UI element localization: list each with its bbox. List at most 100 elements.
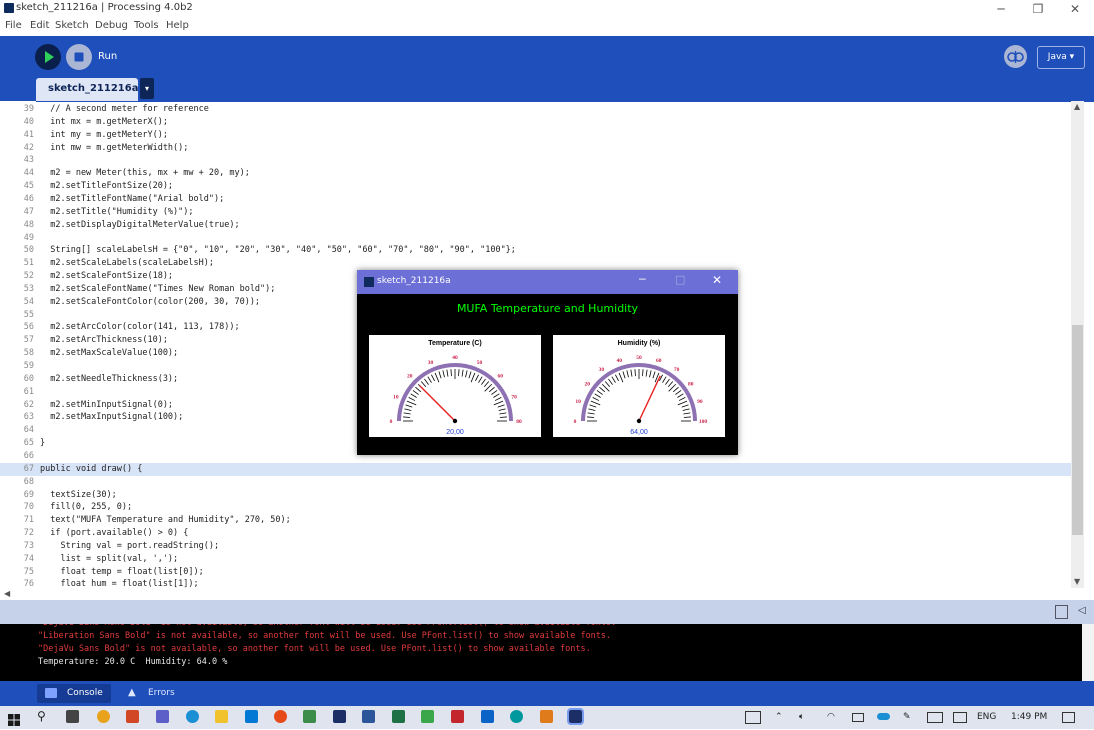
tablet-mode-icon[interactable] [745, 711, 761, 724]
wifi-icon[interactable]: ◠ [827, 712, 835, 722]
meter-tick [405, 404, 413, 408]
code-line: int my = m.getMeterY(); [40, 129, 168, 140]
menu-debug[interactable]: Debug [95, 20, 128, 31]
line-number: 60 [23, 373, 34, 384]
chrome-alt-icon[interactable] [274, 710, 287, 723]
word-icon[interactable] [362, 710, 375, 723]
chrome-icon[interactable] [97, 710, 110, 723]
meter-scale-label: 60 [656, 358, 662, 364]
notifications-icon[interactable] [1062, 712, 1075, 723]
editor-scroll-thumb[interactable] [1072, 325, 1083, 535]
code-line: float hum = float(list[1]); [40, 579, 199, 588]
scroll-up-icon[interactable]: ▲ [1074, 102, 1080, 111]
sketch-maximize-button[interactable]: □ [675, 273, 685, 286]
meter-scale-label: 30 [428, 360, 434, 366]
console-divider[interactable]: ◁ [0, 600, 1094, 624]
meter-tick [499, 416, 507, 418]
display-icon[interactable] [953, 712, 967, 723]
tray-chevron-icon[interactable]: ⌃ [775, 712, 783, 722]
line-number: 39 [23, 104, 34, 114]
sketch-minimize-button[interactable]: ─ [639, 273, 646, 286]
tab-sketch[interactable]: sketch_211216a [36, 78, 138, 101]
language-indicator[interactable]: ENG [977, 712, 996, 722]
meter-tick [611, 376, 616, 383]
meter-scale-label: 0 [574, 419, 577, 425]
mode-selector[interactable]: Java ▾ [1037, 46, 1085, 69]
copy-console-icon[interactable] [1055, 605, 1068, 619]
errors-tab[interactable]: ▲ Errors [116, 684, 186, 703]
console-tab[interactable]: Console [37, 684, 111, 703]
code-line: m2.setScaleFontName("Times New Roman bol… [40, 283, 276, 294]
edge-icon[interactable] [186, 710, 199, 723]
line-number: 46 [23, 193, 34, 204]
debugger-button[interactable] [1004, 45, 1027, 68]
meter-tick [652, 371, 656, 379]
meter-tick [498, 408, 506, 411]
line-number: 47 [23, 206, 34, 217]
line-number: 55 [23, 309, 34, 320]
app-icon-green[interactable] [303, 710, 316, 723]
run-label: Run [98, 51, 118, 62]
run-button[interactable] [35, 44, 61, 70]
line-number: 64 [23, 425, 34, 436]
stop-button[interactable] [66, 44, 92, 70]
code-line: m2.setMaxScaleValue(100); [40, 348, 179, 359]
temperature-meter: Temperature (C) 0 10 20 30 40 50 60 70 80 20,00 [369, 335, 541, 437]
app-icon-leaf[interactable] [421, 710, 434, 723]
editor-horizontal-scrollbar[interactable]: ◀ [0, 588, 1094, 600]
meter-tick [406, 400, 417, 406]
clock[interactable]: 1:49 PM [1011, 712, 1047, 722]
line-number: 71 [23, 515, 34, 526]
meter-scale-label: 50 [477, 360, 483, 366]
processing-sketch-taskbar-icon[interactable] [567, 708, 584, 725]
meter-scale-label: 70 [511, 395, 517, 401]
menu-sketch[interactable]: Sketch [55, 20, 89, 31]
line-number: 75 [23, 566, 34, 577]
keyboard-icon[interactable] [927, 712, 943, 723]
app-icon-orange[interactable] [540, 710, 553, 723]
code-line: m2.setArcThickness(10); [40, 335, 168, 346]
excel-icon[interactable] [392, 710, 405, 723]
scroll-down-icon[interactable]: ▼ [1074, 577, 1080, 586]
powerpoint-icon[interactable] [126, 710, 139, 723]
menu-edit[interactable]: Edit [30, 20, 49, 31]
app-icon-red[interactable] [451, 710, 464, 723]
meter-tick [403, 416, 411, 418]
line-number: 67 [23, 463, 34, 474]
humidity-meter: Humidity (%) 0 10 20 30 40 50 60 70 80 90 100 64,00 [553, 335, 725, 437]
pen-icon[interactable]: ✎ [903, 712, 911, 722]
onedrive-icon[interactable] [877, 713, 890, 720]
volume-icon[interactable]: 🔈︎ [799, 712, 804, 722]
toolbar [0, 36, 1094, 80]
search-icon[interactable]: ⚲ [37, 709, 46, 723]
meter-tick [634, 369, 636, 377]
code-line: m2.setScaleFontColor(color(200, 30, 70))… [40, 296, 261, 307]
console-scrollbar[interactable] [1082, 624, 1094, 681]
tab-menu-button[interactable]: ▾ [140, 78, 154, 99]
meter-readout: 20,00 [446, 429, 464, 436]
code-line: public void draw() { [40, 463, 143, 474]
close-button[interactable]: ✕ [1057, 0, 1093, 18]
menu-tools[interactable]: Tools [134, 20, 159, 31]
store-icon[interactable] [245, 710, 258, 723]
collapse-console-icon[interactable]: ◁ [1078, 605, 1086, 616]
menu-help[interactable]: Help [166, 20, 189, 31]
minimize-button[interactable]: ─ [983, 0, 1019, 18]
code-line: m2.setTitle("Humidity (%)"); [40, 206, 194, 217]
line-number: 45 [23, 181, 34, 192]
file-explorer-icon[interactable] [215, 710, 228, 723]
sketch-window[interactable]: sketch_211216a ─ □ ✕ MUFA Temperature an… [357, 270, 738, 455]
scroll-left-icon[interactable]: ◀ [4, 589, 10, 598]
meter-tick [615, 374, 619, 382]
start-button[interactable] [8, 711, 20, 726]
maximize-button[interactable]: ❐ [1020, 0, 1056, 18]
arduino-icon[interactable] [510, 710, 523, 723]
sketch-close-button[interactable]: ✕ [712, 273, 722, 287]
task-view-icon[interactable] [66, 710, 79, 723]
meter-tick [450, 369, 452, 377]
processing-taskbar-icon[interactable] [333, 710, 346, 723]
teams-icon[interactable] [156, 710, 169, 723]
battery-icon[interactable] [852, 713, 864, 722]
outlook-icon[interactable] [481, 710, 494, 723]
menu-file[interactable]: File [5, 20, 22, 31]
